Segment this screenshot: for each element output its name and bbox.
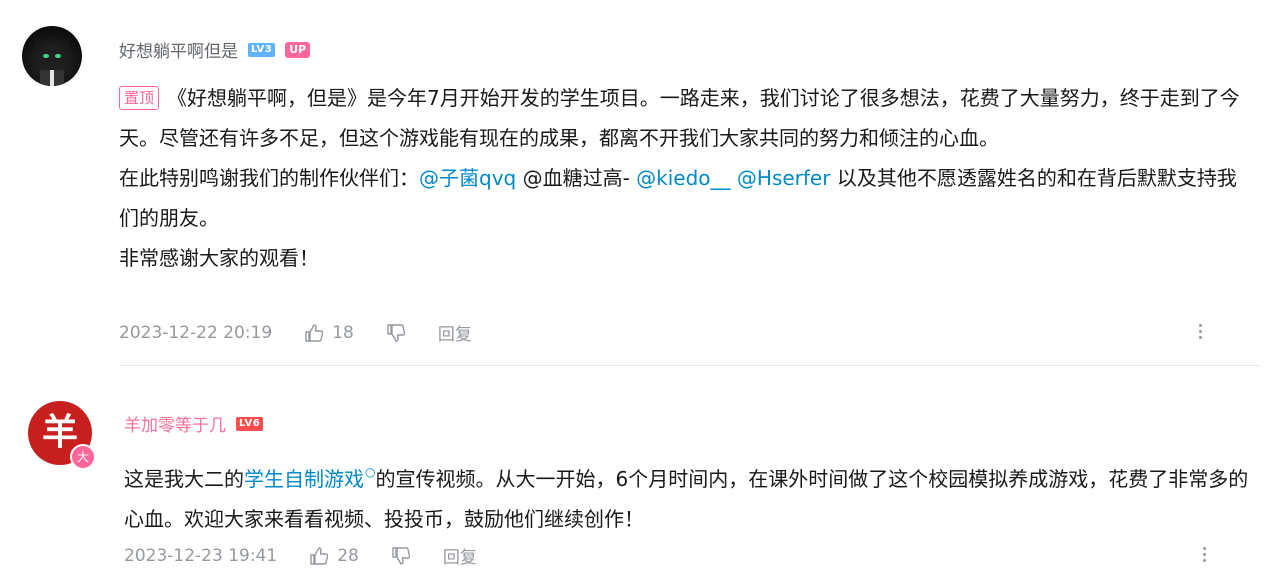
mention-link[interactable]: @子菌qvq <box>419 166 516 190</box>
level-badge: LV3 <box>248 42 276 57</box>
paragraph-3: 非常感谢大家的观看！ <box>119 246 319 270</box>
reply-button[interactable]: 回复 <box>443 543 477 568</box>
search-link[interactable]: 学生自制游戏 <box>244 467 364 491</box>
more-vertical-icon[interactable] <box>1189 320 1213 344</box>
avatar[interactable] <box>22 26 82 86</box>
like-count: 18 <box>332 322 354 343</box>
more-vertical-icon[interactable] <box>1193 543 1217 567</box>
pinned-tag: 置顶 <box>119 86 160 110</box>
comment-meta: 2023-12-22 20:19 18 回复 <box>119 320 472 346</box>
username-row: 好想躺平啊但是 LV3 UP <box>119 37 311 62</box>
dislike-button[interactable] <box>391 546 411 566</box>
thumbs-up-icon <box>310 546 329 565</box>
paragraph-1-text: 《好想躺平啊，但是》是今年7月开始开发的学生项目。一路走来，我们讨论了很多想法，… <box>119 86 1240 150</box>
like-button[interactable]: 28 <box>309 546 359 566</box>
timestamp: 2023-12-22 20:19 <box>119 322 273 343</box>
thumbs-up-icon <box>305 323 324 342</box>
like-count: 28 <box>337 545 359 566</box>
black-cat-avatar-icon <box>36 40 68 86</box>
paragraph-1: 置顶 《好想躺平啊，但是》是今年7月开始开发的学生项目。一路走来，我们讨论了很多想… <box>119 78 1249 158</box>
username[interactable]: 好想躺平啊但是 <box>119 37 238 62</box>
username-row: 羊加零等于几 LV6 <box>124 411 264 436</box>
comment-content: 这是我大二的学生自制游戏○的宣传视频。从大一开始，6个月时间内，在课外时间做了这… <box>124 452 1254 539</box>
thanks-prefix: 在此特别鸣谢我们的制作伙伴们： <box>119 166 419 190</box>
up-badge: UP <box>285 41 311 58</box>
timestamp: 2023-12-23 19:41 <box>124 545 278 566</box>
thumbs-down-icon <box>392 546 411 565</box>
thumbs-down-icon <box>387 323 406 342</box>
username[interactable]: 羊加零等于几 <box>124 411 226 436</box>
dislike-button[interactable] <box>386 323 406 343</box>
level-badge: LV6 <box>236 416 264 431</box>
comment-content: 置顶 《好想躺平啊，但是》是今年7月开始开发的学生项目。一路走来，我们讨论了很多想… <box>119 78 1249 278</box>
plain-mention-text: @血糖过高- <box>516 166 637 190</box>
comment-1: 好想躺平啊但是 LV3 UP 置顶 《好想躺平啊，但是》是今年7月开始开发的学生项… <box>0 0 1280 366</box>
avatar-badge: 大 <box>70 444 96 470</box>
mention-link[interactable]: @kiedo__ <box>636 166 730 190</box>
search-link-icon[interactable]: ○ <box>365 465 375 479</box>
paragraph-2: 在此特别鸣谢我们的制作伙伴们：@子菌qvq @血糖过高- @kiedo__ @H… <box>119 158 1249 238</box>
comment-meta: 2023-12-23 19:41 28 回复 <box>124 543 477 569</box>
reply-button[interactable]: 回复 <box>438 320 472 345</box>
like-button[interactable]: 18 <box>304 323 354 343</box>
content-prefix: 这是我大二的 <box>124 467 244 491</box>
mention-link[interactable]: @Hserfer <box>737 166 831 190</box>
